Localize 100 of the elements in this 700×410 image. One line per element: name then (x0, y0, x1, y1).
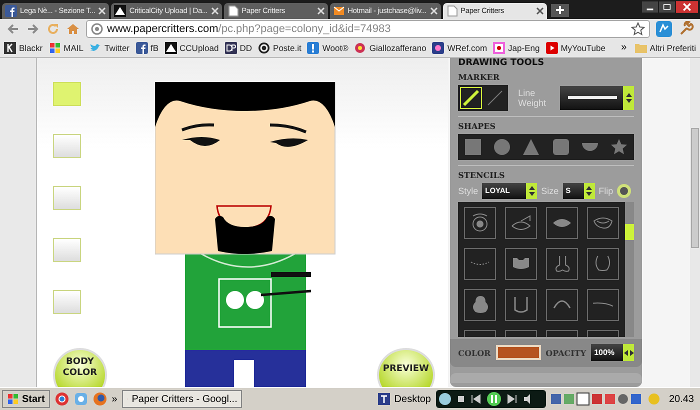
leaf-stencil-icon (552, 218, 572, 228)
flower-icon (354, 42, 366, 54)
stencil-tile[interactable] (546, 248, 578, 280)
circle-shape-icon[interactable] (493, 138, 512, 156)
stencil-tile[interactable] (587, 288, 620, 321)
media-player-controls-icon[interactable] (436, 390, 546, 408)
address-bar[interactable]: www.papercritters.com/pc.php?page=colony_id&id=74983 (86, 20, 650, 38)
size-label: Size (541, 186, 559, 196)
fox-globe-icon[interactable] (92, 392, 107, 406)
leftright-arrows-icon (624, 350, 634, 356)
bookmark-folder[interactable]: Altri Preferiti (634, 42, 696, 53)
star-shape-icon[interactable] (610, 138, 628, 156)
lips-stencil-icon (593, 216, 614, 229)
close-icon[interactable] (676, 0, 698, 14)
flip-toggle[interactable] (617, 184, 632, 198)
triangle-shape-icon[interactable] (522, 138, 540, 156)
bookmark-link[interactable]: WRef.com (432, 42, 488, 54)
bird-icon (89, 42, 102, 54)
triangle-icon (164, 42, 177, 54)
body-color-button[interactable]: BODY COLOR (52, 348, 107, 388)
letter-k-icon (4, 42, 16, 54)
stencil-tile[interactable] (505, 248, 538, 280)
scrollbar-thumb[interactable] (691, 128, 700, 248)
envelope-icon (332, 4, 345, 17)
opacity-dropdown[interactable]: 100% (591, 344, 634, 362)
stencil-tile[interactable] (587, 248, 620, 280)
circle-e-icon (258, 42, 270, 54)
line-weight-label: Line Weight (518, 88, 547, 108)
scrollbar-thumb[interactable] (625, 224, 634, 240)
square-shape-icon[interactable] (464, 138, 482, 156)
app-icon[interactable] (74, 392, 88, 406)
scrollbar-track[interactable] (625, 202, 634, 337)
updown-arrows-icon (528, 186, 535, 196)
bookmark-link[interactable]: CCUpload (164, 42, 219, 54)
flag-icon (493, 42, 506, 54)
teeth-stencil-icon (512, 257, 530, 270)
stencil-tile[interactable] (464, 248, 496, 280)
eye-stencil-icon (472, 213, 488, 232)
maximize-icon[interactable] (659, 0, 675, 14)
minimize-icon[interactable] (642, 0, 658, 14)
back-arrow-icon[interactable] (6, 22, 20, 36)
updown-arrows-icon (626, 92, 632, 103)
bookmark-link[interactable]: Blackr (4, 42, 43, 54)
bookmark-link[interactable]: Twitter (89, 42, 130, 54)
bookmark-link[interactable]: Woot® (307, 42, 348, 54)
preview-button[interactable]: PREVIEW (376, 348, 435, 388)
system-tray-icons[interactable] (550, 391, 643, 408)
globe-icon (432, 42, 444, 54)
stencil-tile[interactable] (546, 206, 578, 239)
new-tab-icon[interactable] (554, 5, 565, 16)
stencil-tile[interactable] (587, 206, 620, 239)
stencil-tile[interactable] (505, 288, 538, 321)
rounded-square-shape-icon[interactable] (552, 138, 570, 156)
stencil-tile[interactable] (546, 288, 578, 321)
globe-icon (91, 22, 103, 35)
panel-title: DRAWING TOOLS (458, 58, 546, 68)
scrollbar-track[interactable] (690, 58, 700, 388)
windows-logo-icon (48, 42, 61, 54)
desktop-toolbar-button[interactable]: Desktop (378, 393, 431, 406)
bookmark-star-icon[interactable] (631, 22, 645, 36)
clock-text: 20.43 (668, 394, 695, 405)
arc-stencil-icon (553, 300, 572, 310)
desktop-icon (378, 393, 390, 406)
section-label: SHAPES (458, 120, 497, 131)
bookmark-link[interactable]: Poste.it (258, 42, 302, 54)
section-label: STENCILS (458, 170, 506, 180)
section-label: MARKER (458, 72, 501, 82)
bookmark-link[interactable]: fB (136, 42, 159, 54)
browser-icon[interactable] (54, 392, 69, 406)
extension-icon[interactable] (656, 20, 672, 37)
curve-stencil-icon (595, 255, 611, 272)
facebook-icon (5, 4, 17, 17)
bookmark-link[interactable]: DD (224, 42, 252, 54)
exclamation-icon (307, 42, 320, 54)
line-stencil-icon (592, 302, 614, 308)
home-icon[interactable] (66, 22, 80, 36)
start-button[interactable]: Start (2, 390, 50, 408)
bookmark-link[interactable]: MyYouTube (546, 42, 606, 54)
updown-arrows-icon (586, 186, 592, 196)
triangle-icon (114, 4, 126, 17)
color-swatch[interactable] (496, 345, 541, 360)
forward-arrow-icon[interactable] (26, 22, 40, 36)
stencil-tile[interactable] (505, 206, 538, 239)
wrench-icon[interactable] (678, 20, 694, 37)
bookmark-link[interactable]: Giallozafferano (354, 42, 426, 54)
taskbar-window-button[interactable]: Paper Critters - Googl... (122, 390, 242, 408)
more-bookmarks-button[interactable]: » (621, 42, 627, 54)
line-weight-dropdown[interactable] (560, 86, 634, 110)
stencil-tile[interactable] (464, 206, 496, 239)
pen-stroke-icon (462, 88, 480, 107)
bookmark-link[interactable]: MAIL (48, 42, 84, 54)
play-icon (546, 42, 558, 54)
dotted-curve-icon (470, 261, 490, 266)
close-icon[interactable] (536, 6, 544, 15)
more-button[interactable]: » (112, 394, 118, 405)
windows-logo-icon (7, 393, 19, 406)
bookmark-link[interactable]: Jap-Eng (493, 42, 540, 54)
stencil-tile[interactable] (464, 288, 496, 321)
opacity-label: OPACITY (546, 348, 586, 358)
marker-button[interactable] (460, 86, 482, 109)
